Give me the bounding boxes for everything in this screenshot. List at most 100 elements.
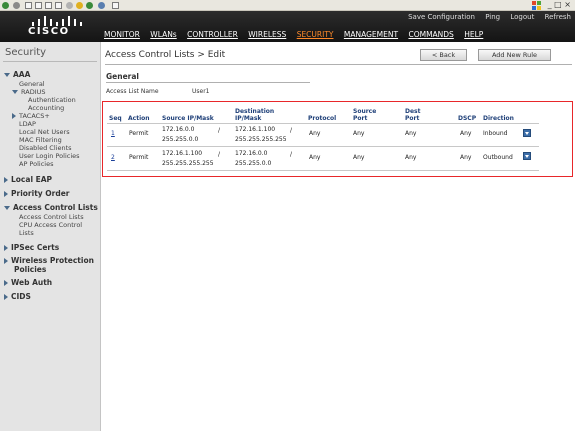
logout-link[interactable]: Logout [510,13,534,21]
source-separator: / [218,151,221,158]
app-header: CISCO Save Configuration Ping Logout Ref… [0,11,575,42]
sidebar-item-ldap[interactable]: LDAP [19,120,36,128]
print-icon[interactable] [112,2,119,9]
row-divider [107,146,539,147]
sidebar-item-web-auth[interactable]: Web Auth [4,278,52,287]
mail-icon[interactable] [98,2,105,9]
nav-security[interactable]: SECURITY [297,30,334,39]
search-icon[interactable] [66,2,73,9]
expanded-arrow-icon [12,90,18,94]
dscp-cell: Any [460,154,472,161]
source-mask-cell: 255.255.255.255 [162,160,214,167]
nav-wlans[interactable]: WLANs [150,30,176,39]
collapsed-arrow-icon [12,113,16,119]
col-header-action: Action [128,115,150,122]
collapsed-arrow-icon [4,294,8,300]
dest-port-cell: Any [405,130,417,137]
sidebar-item-local-eap[interactable]: Local EAP [4,175,52,184]
stop-icon[interactable] [25,2,32,9]
row-divider [107,170,539,171]
sidebar-item-label: CIDS [11,292,31,301]
seq-link[interactable]: 2 [111,154,115,162]
sidebar-item-wireless-protection[interactable]: Wireless Protection [4,256,94,265]
sidebar-item-label: Wireless Protection [11,256,94,265]
cisco-logo: CISCO [14,14,82,40]
row-menu-dropdown-icon[interactable] [523,152,531,160]
sidebar-item-authentication[interactable]: Authentication [28,96,76,104]
collapsed-arrow-icon [4,191,8,197]
sidebar-item-disabled-clients[interactable]: Disabled Clients [19,144,72,152]
save-configuration-link[interactable]: Save Configuration [408,13,475,21]
collapsed-arrow-icon [4,245,8,251]
sidebar-item-cids[interactable]: CIDS [4,292,31,301]
sidebar-item-accounting[interactable]: Accounting [28,104,64,112]
collapsed-arrow-icon [4,280,8,286]
sidebar-item-user-login-policies[interactable]: User Login Policies [19,152,80,160]
sidebar-item-wireless-protection-line2[interactable]: Policies [14,265,46,274]
windows-logo-icon [532,1,541,10]
sidebar-item-ipsec-certs[interactable]: IPSec Certs [4,243,59,252]
col-header-source-port: Source [353,108,377,115]
history-icon[interactable] [86,2,93,9]
back-button[interactable]: < Back [420,49,467,61]
acl-name-label: Access List Name [106,88,159,95]
add-new-rule-button[interactable]: Add New Rule [478,49,551,61]
refresh-icon[interactable] [35,2,42,9]
source-separator: / [218,127,221,134]
sidebar-item-radius[interactable]: RADIUS [12,88,46,96]
source-port-cell: Any [353,154,365,161]
refresh-link[interactable]: Refresh [545,13,571,21]
sidebar-item-label: Access Control Lists [13,203,98,212]
row-menu-dropdown-icon[interactable] [523,129,531,137]
sidebar-item-priority-order[interactable]: Priority Order [4,189,70,198]
action-cell: Permit [129,130,149,137]
source-port-cell: Any [353,130,365,137]
dest-port-cell: Any [405,154,417,161]
header-divider [107,123,539,124]
collapsed-arrow-icon [4,177,8,183]
sidebar-item-mac-filtering[interactable]: MAC Filtering [19,136,62,144]
seq-link[interactable]: 1 [111,130,115,138]
sidebar-item-acl-list[interactable]: Access Control Lists [19,213,84,221]
sidebar-item-aaa[interactable]: AAA [4,70,30,79]
sidebar-item-general[interactable]: General [19,80,45,88]
collapsed-arrow-icon [4,258,8,264]
sidebar-title: Security [5,47,47,58]
sidebar-item-ap-policies[interactable]: AP Policies [19,160,53,168]
col-header-dest-port-2: Port [405,115,420,122]
home-icon[interactable] [45,2,52,9]
sidebar-divider [3,61,97,62]
dest-mask-cell: 255.255.0.0 [235,160,272,167]
ping-link[interactable]: Ping [485,13,500,21]
window-controls[interactable]: _ □ × [548,0,571,9]
nav-controller[interactable]: CONTROLLER [187,30,238,39]
protocol-cell: Any [309,154,321,161]
col-header-seq: Seq [109,115,122,122]
nav-commands[interactable]: COMMANDS [408,30,453,39]
nav-wireless[interactable]: WIRELESS [248,30,286,39]
sidebar-item-cpu-acl[interactable]: CPU Access Control [19,221,82,229]
sidebar-item-label: AAA [13,70,31,79]
sidebar-item-cpu-acl-line2[interactable]: Lists [19,229,34,237]
col-header-destination: Destination [235,108,275,115]
direction-cell: Outbound [483,154,513,161]
sidebar-item-tacacs[interactable]: TACACS+ [12,112,50,120]
nav-help[interactable]: HELP [464,30,483,39]
top-links: Save Configuration Ping Logout Refresh [400,13,571,21]
back-arrow-icon[interactable] [2,2,9,9]
sidebar-item-local-net-users[interactable]: Local Net Users [19,128,70,136]
dscp-cell: Any [460,130,472,137]
nav-monitor[interactable]: MONITOR [104,30,140,39]
section-divider [106,82,310,83]
action-cell: Permit [129,154,149,161]
sidebar-item-label: Priority Order [11,189,70,198]
dest-separator: / [290,127,293,134]
page-icon[interactable] [55,2,62,9]
sidebar-item-access-control-lists[interactable]: Access Control Lists [4,203,98,212]
sidebar: Security AAA General RADIUS Authenticati… [0,42,101,431]
favorites-icon[interactable] [76,2,83,9]
nav-management[interactable]: MANAGEMENT [344,30,398,39]
forward-arrow-icon[interactable] [13,2,20,9]
direction-cell: Inbound [483,130,508,137]
expanded-arrow-icon [4,73,10,77]
